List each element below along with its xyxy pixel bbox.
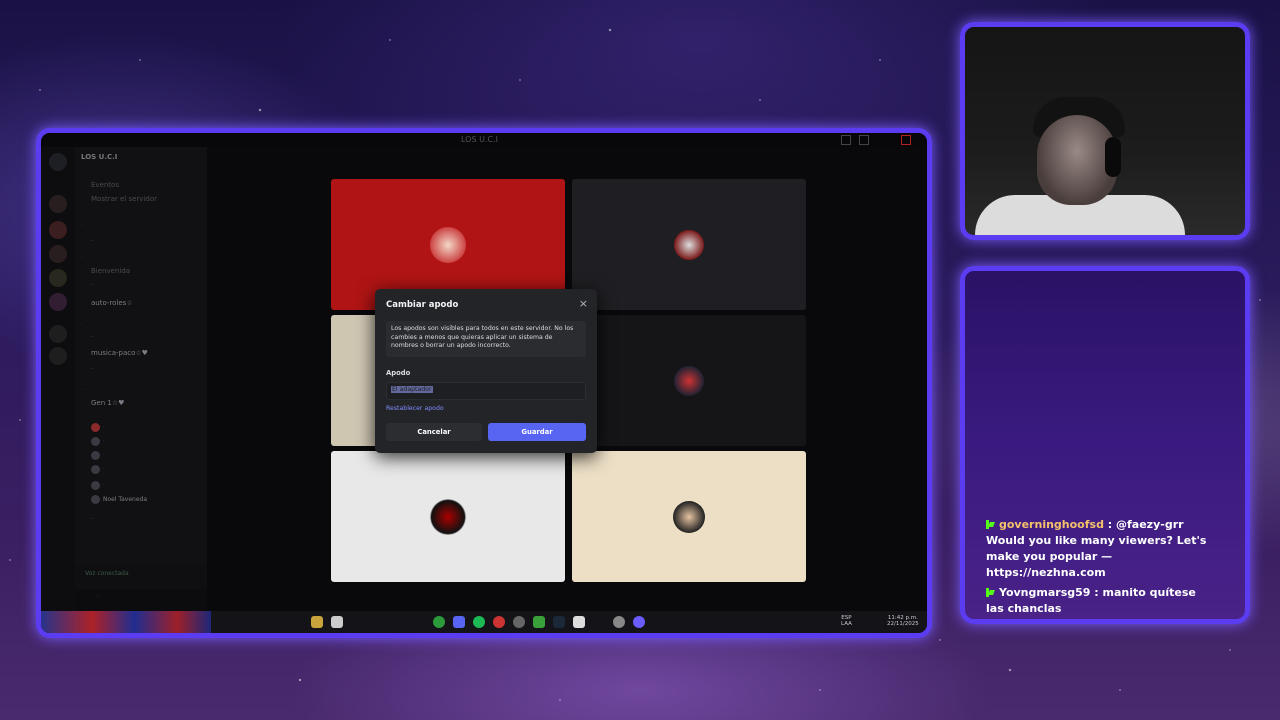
taskbar-wallpaper <box>41 611 211 633</box>
chat-username: Yovngmarsg59 <box>999 586 1091 599</box>
discord-logo-icon[interactable] <box>49 153 67 171</box>
channel-item[interactable]: · <box>91 281 93 289</box>
avatar <box>673 500 705 533</box>
server-icon[interactable] <box>49 269 67 287</box>
voice-channel-item[interactable]: Gen 1☆♥ <box>91 399 124 407</box>
video-tile[interactable] <box>572 179 806 310</box>
screen-capture-frame: LOS U.C.I LOS U.C.I Eventos Mostrar el s… <box>36 128 932 638</box>
avatar <box>91 437 100 446</box>
server-icon[interactable] <box>49 245 67 263</box>
change-nickname-dialog: Cambiar apodo × Los apodos son visibles … <box>375 289 597 453</box>
minimize-icon[interactable] <box>841 135 851 145</box>
channel-category: · <box>81 321 83 328</box>
dialog-title: Cambiar apodo <box>386 300 459 310</box>
server-rail <box>41 147 75 611</box>
headset-icon <box>1105 137 1121 177</box>
close-icon[interactable]: × <box>579 297 588 310</box>
kick-badge-icon <box>986 588 995 597</box>
server-icon[interactable] <box>49 195 67 213</box>
nickname-input-value: El adaptador <box>391 386 433 393</box>
windows-taskbar: ESP LAA 11:42 p.m. 22/11/2025 <box>41 611 927 633</box>
channel-category: · <box>81 223 83 230</box>
app-icon[interactable] <box>331 616 343 628</box>
chat-message: Yovngmarsg59 : manito quítese las chancl… <box>986 586 1196 615</box>
video-tile[interactable] <box>331 451 565 582</box>
avatar <box>91 465 100 474</box>
cancel-button[interactable]: Cancelar <box>386 423 482 441</box>
close-window-icon[interactable] <box>901 135 911 145</box>
channel-item[interactable]: Mostrar el servidor <box>91 195 157 203</box>
voice-user[interactable]: · <box>103 424 105 431</box>
avatar <box>430 498 466 535</box>
avatar <box>430 226 466 263</box>
channel-item[interactable]: auto-roles☆ <box>91 299 133 307</box>
nickname-input[interactable]: El adaptador <box>386 382 586 400</box>
channel-item[interactable]: · <box>91 333 93 341</box>
capcut-icon[interactable] <box>573 616 585 628</box>
video-tile[interactable] <box>572 451 806 582</box>
voice-user[interactable]: · <box>103 482 105 489</box>
steam-icon[interactable] <box>553 616 565 628</box>
chat-message-list: governinghoofsd : @faezy-grr Would you l… <box>986 517 1216 619</box>
dialog-notice: Los apodos son visibles para todos en es… <box>386 321 586 357</box>
voice-status: Voz conectada <box>85 570 129 577</box>
avatar <box>91 481 100 490</box>
avatar <box>674 229 704 260</box>
window-title: LOS U.C.I <box>461 135 498 144</box>
kick-icon[interactable] <box>533 616 545 628</box>
voice-user[interactable]: Noel Taveneda <box>103 496 147 503</box>
add-server-icon[interactable] <box>49 325 67 343</box>
voice-connection-panel: Voz conectada <box>75 565 207 589</box>
discord-icon[interactable] <box>453 616 465 628</box>
user-panel: · <box>75 589 207 611</box>
username: · <box>97 593 99 600</box>
kick-badge-icon <box>986 520 995 529</box>
server-icon[interactable] <box>49 293 67 311</box>
discord-window: LOS U.C.I LOS U.C.I Eventos Mostrar el s… <box>41 133 927 633</box>
video-tile[interactable] <box>572 315 806 446</box>
voice-user[interactable]: · <box>103 438 105 445</box>
voice-user[interactable]: · <box>103 466 105 473</box>
avatar <box>91 423 100 432</box>
browser-icon[interactable] <box>493 616 505 628</box>
server-icon[interactable] <box>49 221 67 239</box>
settings-icon[interactable] <box>613 616 625 628</box>
channel-category: · <box>81 255 83 262</box>
channel-item[interactable]: Eventos <box>91 181 119 189</box>
chat-username: governinghoofsd <box>999 518 1104 531</box>
obs-icon[interactable] <box>513 616 525 628</box>
avatar <box>674 365 704 396</box>
explore-icon[interactable] <box>49 347 67 365</box>
reset-nickname-link[interactable]: Restablecer apodo <box>386 405 444 412</box>
chat-message: governinghoofsd : @faezy-grr Would you l… <box>986 518 1207 579</box>
channel-item[interactable]: · <box>91 237 93 245</box>
stream-chat-frame: governinghoofsd : @faezy-grr Would you l… <box>960 266 1250 624</box>
channel-item[interactable]: Bienvenida <box>91 267 130 275</box>
window-titlebar: LOS U.C.I <box>41 133 927 147</box>
voice-user[interactable]: · <box>103 452 105 459</box>
app-icon[interactable] <box>633 616 645 628</box>
save-button[interactable]: Guardar <box>488 423 586 441</box>
xbox-icon[interactable] <box>433 616 445 628</box>
channel-category: · <box>81 387 83 394</box>
channel-list: LOS U.C.I Eventos Mostrar el servidor · … <box>75 147 237 611</box>
language-indicator[interactable]: ESP LAA <box>841 615 852 627</box>
avatar <box>91 451 100 460</box>
maximize-icon[interactable] <box>859 135 869 145</box>
avatar <box>91 495 100 504</box>
spotify-icon[interactable] <box>473 616 485 628</box>
server-name[interactable]: LOS U.C.I <box>81 153 117 161</box>
channel-item[interactable]: · <box>91 365 93 373</box>
nickname-label: Apodo <box>386 369 411 377</box>
folder-icon[interactable] <box>311 616 323 628</box>
channel-item[interactable]: musica-paco☆♥ <box>91 349 148 357</box>
webcam-frame <box>960 22 1250 240</box>
channel-item[interactable]: · <box>91 515 93 523</box>
clock[interactable]: 11:42 p.m. 22/11/2025 <box>887 615 919 627</box>
notice-text: Los apodos son visibles para todos en es… <box>391 325 574 350</box>
